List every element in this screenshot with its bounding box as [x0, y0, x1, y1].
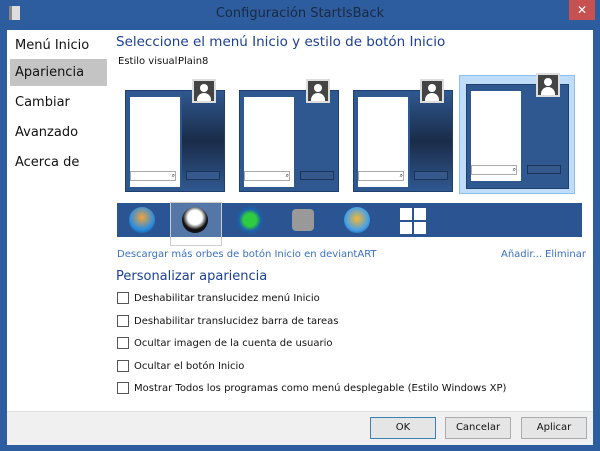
windows8-logo-icon[interactable] — [400, 208, 426, 234]
menu-style-preview-2[interactable]: ⌕ — [239, 79, 339, 192]
punisher-skull-orb-icon[interactable] — [182, 207, 208, 233]
option-label: Deshabilitar translucidez menú Inicio — [134, 292, 320, 304]
user-avatar-icon — [536, 73, 560, 97]
orb-strip — [117, 202, 582, 246]
remove-link[interactable]: Eliminar — [545, 249, 586, 260]
checkbox[interactable] — [117, 337, 129, 349]
close-button[interactable]: ✕ — [569, 0, 595, 20]
option-label: Ocultar el botón Inicio — [134, 360, 245, 372]
download-orbs-link[interactable]: Descargar más orbes de botón Inicio en d… — [117, 249, 377, 260]
user-avatar-icon — [306, 79, 330, 103]
sidebar-item-apariencia[interactable]: Apariencia — [10, 59, 107, 86]
shamrock-orb-icon[interactable] — [237, 207, 263, 233]
checkbox[interactable] — [117, 360, 129, 372]
option-label: Deshabilitar translucidez barra de tarea… — [134, 315, 339, 327]
user-avatar-icon — [192, 79, 216, 103]
option-all-programs-dropdown[interactable]: Mostrar Todos los programas como menú de… — [117, 382, 506, 394]
customize-heading: Personalizar apariencia — [116, 269, 268, 284]
menu-style-preview-3[interactable]: ⌕ — [353, 79, 453, 192]
title-bar[interactable]: Configuración StartIsBack ✕ — [0, 0, 600, 28]
option-hide-user-picture[interactable]: Ocultar imagen de la cuenta de usuario — [117, 337, 333, 349]
page-title: Seleccione el menú Inicio y estilo de bo… — [116, 34, 446, 50]
add-link[interactable]: Añadir... — [501, 249, 542, 260]
menu-style-preview-4[interactable]: ⌕ — [466, 73, 569, 189]
option-label: Ocultar imagen de la cuenta de usuario — [134, 337, 333, 349]
user-avatar-icon — [420, 79, 444, 103]
checkbox[interactable] — [117, 292, 129, 304]
option-label: Mostrar Todos los programas como menú de… — [134, 382, 507, 394]
sidebar-item-acerca-de[interactable]: Acerca de — [10, 149, 107, 176]
sidebar-item-cambiar[interactable]: Cambiar — [10, 89, 107, 116]
sidebar-item-menu-inicio[interactable]: Menú Inicio — [10, 32, 107, 59]
checkbox[interactable] — [117, 382, 129, 394]
window-title: Configuración StartIsBack — [215, 6, 385, 21]
button-bar: OK Cancelar Aplicar — [7, 411, 593, 445]
ok-button[interactable]: OK — [370, 417, 436, 439]
grey-windows-orb-icon[interactable] — [292, 209, 314, 231]
checkbox[interactable] — [117, 315, 129, 327]
visual-style-value: Plain8 — [178, 56, 209, 67]
windows-color-orb-icon[interactable] — [344, 207, 370, 233]
menu-style-preview-1[interactable]: ⌕ — [125, 79, 225, 192]
windows7-orb-icon[interactable] — [129, 207, 155, 233]
sidebar-item-avanzado[interactable]: Avanzado — [10, 119, 107, 146]
option-disable-start-translucency[interactable]: Deshabilitar translucidez menú Inicio — [117, 292, 320, 304]
cancel-button[interactable]: Cancelar — [445, 417, 511, 439]
option-hide-start-button[interactable]: Ocultar el botón Inicio — [117, 360, 244, 372]
visual-style-label: Estilo visual: — [118, 56, 181, 67]
settings-window: Configuración StartIsBack ✕ Menú Inicio … — [0, 0, 600, 451]
apply-button[interactable]: Aplicar — [521, 417, 587, 439]
option-disable-taskbar-translucency[interactable]: Deshabilitar translucidez barra de tarea… — [117, 315, 339, 327]
client-area: Menú Inicio Apariencia Cambiar Avanzado … — [7, 30, 593, 445]
